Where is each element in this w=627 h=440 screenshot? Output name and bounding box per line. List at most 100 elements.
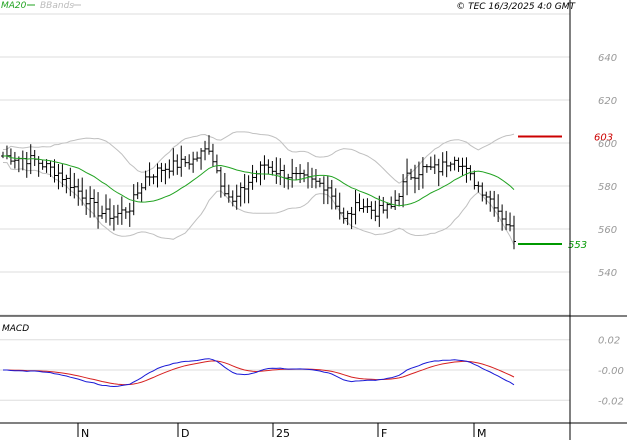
price-bar — [115, 204, 120, 225]
panel-frames — [0, 0, 627, 440]
price-bar — [298, 164, 303, 184]
price-bar — [512, 215, 516, 250]
macd-y-tick: -0.00 — [598, 366, 624, 377]
price-bar — [385, 202, 390, 219]
price-bar — [234, 184, 239, 210]
main-y-axis: 540 560 580 600 620 640 — [598, 53, 617, 279]
macd-y-axis: 0.02 -0.00 -0.02 — [598, 336, 624, 408]
price-bar — [270, 161, 275, 176]
y-tick-600: 600 — [598, 139, 617, 150]
support-label: 553 — [568, 240, 587, 251]
price-bar — [64, 174, 69, 194]
macd-panel-label: MACD — [2, 324, 29, 334]
price-bar — [163, 163, 168, 185]
price-bar — [353, 189, 358, 225]
price-bar — [206, 135, 211, 155]
price-bar — [84, 189, 89, 215]
y-tick-640: 640 — [598, 53, 617, 64]
price-bar — [191, 151, 196, 173]
price-bar — [226, 184, 231, 203]
price-bar — [456, 157, 461, 172]
price-bars — [1, 135, 516, 250]
price-bar — [393, 190, 398, 210]
legend-ma20: MA20 — [1, 1, 27, 11]
price-bar — [230, 190, 235, 207]
price-bar — [1, 151, 5, 159]
price-bar — [321, 176, 326, 205]
macd-y-tick: -0.02 — [598, 396, 624, 407]
y-tick-580: 580 — [598, 182, 617, 193]
price-bar — [199, 148, 204, 170]
price-bar — [171, 148, 176, 176]
price-bar — [309, 167, 314, 188]
price-bar — [337, 192, 342, 220]
price-bar — [369, 201, 374, 220]
price-bar — [274, 157, 279, 184]
price-bar — [432, 154, 437, 175]
stock-chart: 603553 540560580600620640 0.02-0.00-0.02… — [0, 0, 627, 440]
price-bar — [325, 176, 330, 205]
date-axis: N D 25 F M — [77, 423, 487, 440]
price-bar — [381, 196, 386, 214]
price-bar — [294, 167, 299, 181]
price-bar — [183, 156, 188, 167]
price-bar — [210, 143, 215, 167]
price-bar — [460, 157, 465, 176]
price-bar — [246, 175, 251, 204]
price-bar — [436, 158, 441, 187]
price-bar — [131, 184, 136, 216]
price-bar — [488, 190, 493, 212]
price-bar — [405, 158, 410, 196]
price-bar — [222, 172, 227, 197]
y-tick-560: 560 — [598, 225, 617, 236]
chart-stage: 603 553 540 560 580 600 620 640 0.02 -0.00 -0.02… — [0, 0, 627, 440]
price-bar — [147, 162, 152, 186]
date-label-N: N — [81, 427, 89, 440]
price-bar — [20, 150, 25, 171]
price-bar — [88, 186, 93, 218]
price-bar — [329, 179, 334, 210]
y-tick-620: 620 — [598, 96, 617, 107]
price-bar — [111, 205, 116, 231]
price-bar — [361, 198, 366, 213]
price-bar — [306, 162, 311, 189]
price-bar — [278, 158, 283, 186]
price-bar — [100, 205, 105, 220]
price-bar — [302, 169, 307, 183]
price-bar — [444, 151, 449, 178]
bband-upper — [2, 131, 515, 184]
price-bar — [282, 164, 287, 188]
price-bar — [151, 174, 156, 185]
price-bar — [135, 182, 140, 200]
macd-main-line — [3, 358, 515, 388]
price-bar — [424, 164, 429, 173]
price-bar — [60, 164, 65, 188]
price-bar — [175, 154, 180, 175]
price-bar — [195, 151, 200, 162]
price-bar — [119, 196, 124, 225]
macd-panel-grid — [0, 339, 570, 401]
price-bar — [357, 193, 362, 212]
price-bar — [464, 157, 469, 183]
price-bar — [365, 198, 370, 213]
price-bar — [452, 156, 457, 171]
price-bar — [254, 170, 259, 183]
price-bar — [440, 152, 445, 176]
price-bar — [214, 154, 219, 174]
price-bar — [472, 170, 477, 190]
price-bar — [492, 190, 497, 217]
price-bar — [349, 206, 354, 230]
price-bar — [80, 177, 85, 206]
date-label-25: 25 — [276, 427, 290, 440]
price-bar — [32, 149, 37, 167]
price-bar — [167, 159, 172, 179]
price-bar — [286, 173, 291, 190]
price-bar — [203, 140, 208, 161]
legend-bbands: BBands — [40, 1, 74, 11]
price-bar — [159, 162, 164, 183]
price-bar — [333, 188, 338, 210]
price-bar — [179, 145, 184, 177]
price-bar — [96, 192, 101, 229]
price-bar — [373, 200, 378, 222]
date-label-M: M — [477, 427, 487, 440]
